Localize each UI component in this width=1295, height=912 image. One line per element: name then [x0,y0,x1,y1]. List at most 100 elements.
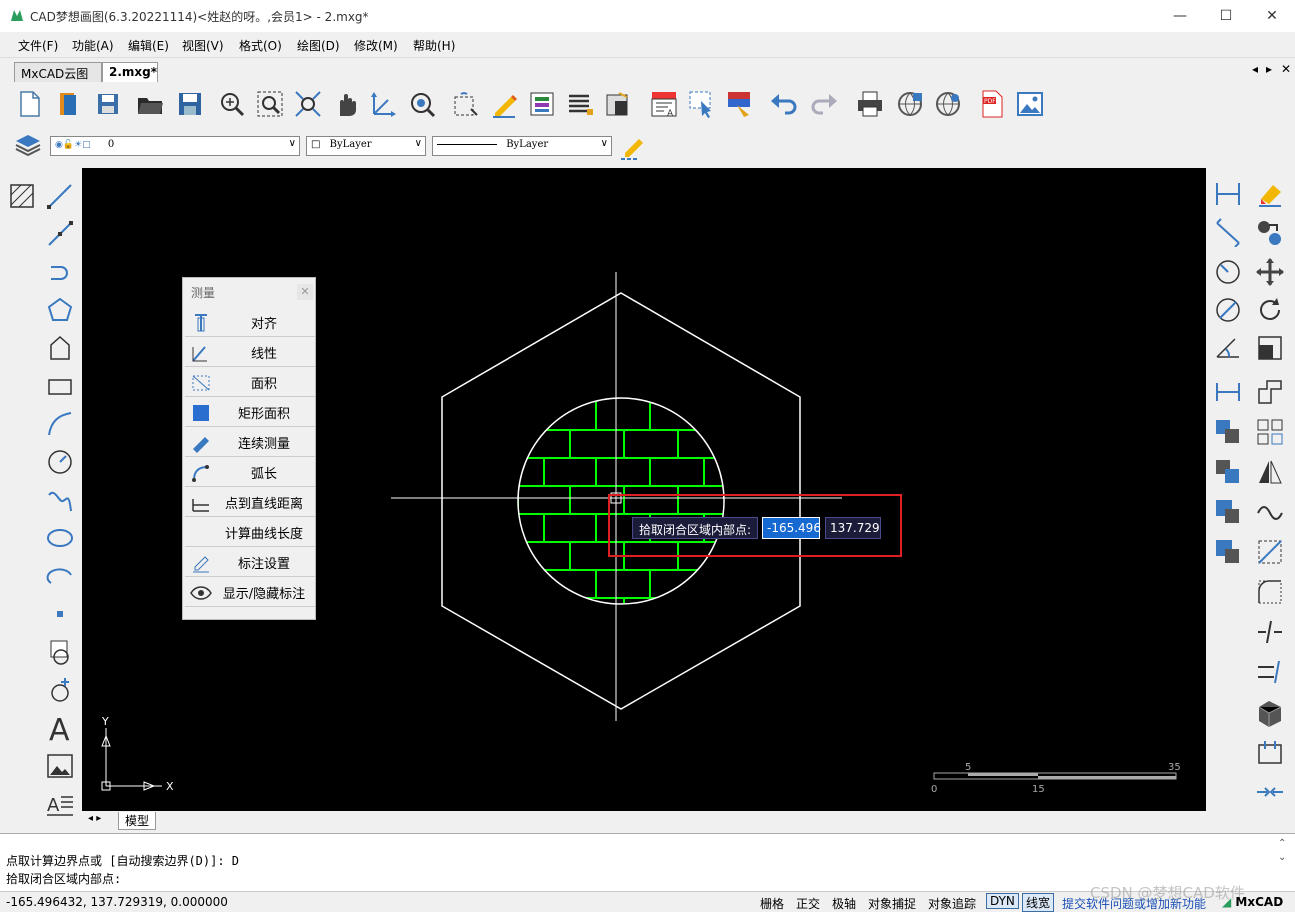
rotate-icon[interactable] [1252,292,1288,328]
menu-file[interactable]: 文件(F) [18,37,58,54]
measure-item-rect-area[interactable]: 矩形面积 [185,399,315,427]
menu-help[interactable]: 帮助(H) [413,37,455,54]
zoom-window-icon[interactable] [254,88,286,120]
layers-icon[interactable] [12,130,44,162]
3d-box-icon[interactable] [1252,694,1288,730]
measure-item-continuous[interactable]: 连续测量 [185,429,315,457]
copy-icon[interactable] [1252,214,1288,250]
zoom-realtime-icon[interactable] [216,88,248,120]
tab-active-drawing[interactable]: 2.mxg* [102,62,158,82]
measure-distance-icon[interactable] [450,88,482,120]
bracket-icon[interactable] [1252,734,1288,770]
new-file-icon[interactable] [14,88,46,120]
insert-image-icon[interactable] [1014,88,1046,120]
undo-icon[interactable] [768,88,800,120]
pan-hand-icon[interactable] [330,88,362,120]
menu-edit[interactable]: 编辑(E) [128,37,169,54]
linetype-dropdown[interactable]: ByLayer ∨ [432,136,612,156]
layout-nav-icon[interactable]: ◂ ▸ [88,813,101,824]
close-button[interactable]: ✕ [1249,0,1295,32]
layer-dropdown[interactable]: ◉🔓☀□ 0 ∨ [50,136,300,156]
pencil-draw-icon[interactable] [488,88,520,120]
color-dropdown[interactable]: □ ByLayer ∨ [306,136,426,156]
open-template-icon[interactable] [52,88,84,120]
toggle-osnap[interactable]: 对象捕捉 [868,895,916,912]
polygon-icon[interactable] [42,292,78,328]
select-object-icon[interactable] [686,88,718,120]
dim-radius-icon[interactable] [1210,254,1246,290]
measure-item-dim-settings[interactable]: 标注设置 [185,549,315,577]
trim-icon[interactable] [1252,534,1288,570]
layer-isolate-icon[interactable] [1210,454,1246,490]
measure-item-area[interactable]: 面积 [185,369,315,397]
open-folder-icon[interactable] [134,88,166,120]
web-publish-icon[interactable] [894,88,926,120]
list-properties-icon[interactable] [564,88,596,120]
extend-icon[interactable] [1252,654,1288,690]
tab-close-icon[interactable]: ✕ [1281,62,1291,76]
dim-continue-icon[interactable] [1210,374,1246,410]
create-block-icon[interactable] [42,672,78,708]
ellipse-icon[interactable] [42,520,78,556]
dim-linear-icon[interactable] [1210,176,1246,212]
offset-wave-icon[interactable] [1252,494,1288,530]
line-icon[interactable] [42,178,78,214]
zoom-extents-icon[interactable] [292,88,324,120]
break-icon[interactable] [1252,614,1288,650]
tab-next-icon[interactable]: ▸ [1266,62,1272,76]
dyn-x-input[interactable]: -165.496 [762,517,821,539]
maximize-button[interactable]: ☐ [1203,0,1249,32]
redo-icon[interactable] [808,88,840,120]
measure-item-arc-length[interactable]: 弧长 [185,459,315,487]
match-properties-icon[interactable] [724,88,756,120]
toggle-polar[interactable]: 极轴 [832,895,856,912]
measure-item-curve-length[interactable]: 计算曲线长度 [185,519,315,547]
insert-block-icon[interactable] [42,634,78,670]
tab-model[interactable]: 模型 [118,812,157,830]
toggle-ortho[interactable]: 正交 [796,895,820,912]
polyline-icon[interactable] [42,216,78,252]
measure-item-toggle-dims[interactable]: 显示/隐藏标注 [185,579,315,607]
toggle-lineweight[interactable]: 线宽 [1022,893,1055,912]
join-icon[interactable] [1252,774,1288,810]
image-icon[interactable] [42,748,78,784]
fillet-icon[interactable] [1252,574,1288,610]
toggle-dyn[interactable]: DYN [986,893,1019,909]
lineweight-pencil-icon[interactable] [616,130,648,162]
ucs-icon[interactable] [368,88,400,120]
move-icon[interactable] [1252,254,1288,290]
menu-function[interactable]: 功能(A) [72,37,114,54]
menu-view[interactable]: 视图(V) [182,37,224,54]
minimize-button[interactable]: — [1157,0,1203,32]
arc-icon[interactable] [42,406,78,442]
toggle-otrack[interactable]: 对象追踪 [928,895,976,912]
mtext-icon[interactable]: A [42,786,78,822]
print-icon[interactable] [854,88,886,120]
tab-mxcad-cloud[interactable]: MxCAD云图 [14,62,102,82]
dim-angular-icon[interactable] [1210,330,1246,366]
layer-merge-icon[interactable] [1210,494,1246,530]
copy-layer-icon[interactable] [1210,414,1246,450]
dyn-y-input[interactable]: 137.729 [825,517,881,539]
menu-draw[interactable]: 绘图(D) [297,37,340,54]
web-browser-icon[interactable] [932,88,964,120]
tab-prev-icon[interactable]: ◂ [1252,62,1258,76]
text-style-icon[interactable]: A [648,88,680,120]
dim-diameter-icon[interactable] [1210,292,1246,328]
text-icon[interactable]: A [42,710,78,746]
spline-icon[interactable] [42,482,78,518]
mirror-icon[interactable] [1252,454,1288,490]
toggle-grid[interactable]: 栅格 [760,895,784,912]
measure-item-point-to-line[interactable]: 点到直线距离 [185,489,315,517]
erase-icon[interactable] [1252,176,1288,212]
export-pdf-icon[interactable]: PDF [976,88,1008,120]
array-icon[interactable] [1252,414,1288,450]
pentagon-icon[interactable] [42,330,78,366]
rectangle-icon[interactable] [42,368,78,404]
menu-modify[interactable]: 修改(M) [354,37,398,54]
measure-item-aligned[interactable]: 对齐 [185,309,315,337]
scale-icon[interactable] [1252,330,1288,366]
layer-off-icon[interactable] [1210,534,1246,570]
block-icon[interactable] [602,88,634,120]
measure-close-button[interactable]: ✕ [297,284,313,300]
